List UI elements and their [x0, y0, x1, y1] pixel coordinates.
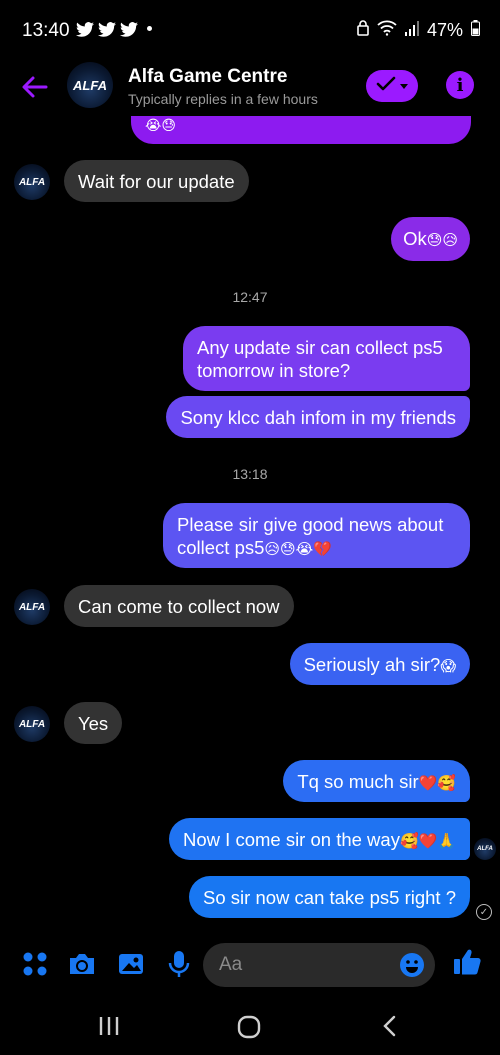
message-outgoing[interactable]: Any update sir can collect ps5 tomorrow …	[183, 326, 470, 391]
chevron-down-icon	[400, 77, 408, 95]
message-text: Yes	[78, 713, 109, 734]
message-emoji: 😓😥	[426, 231, 458, 249]
back-arrow-icon[interactable]	[20, 72, 50, 102]
previous-message-bubble: 😭😓	[131, 116, 471, 144]
message-incoming[interactable]: Yes	[64, 702, 123, 744]
mic-icon[interactable]	[164, 949, 194, 979]
back-icon[interactable]	[381, 1015, 397, 1042]
message-outgoing[interactable]: Now I come sir on the way🥰❤️🙏	[169, 818, 470, 860]
contact-name[interactable]: Alfa Game Centre	[128, 66, 287, 88]
message-input-placeholder: Aa	[219, 954, 243, 975]
message-text: Sony klcc dah infom in my friends	[180, 407, 456, 428]
apps-icon[interactable]	[20, 949, 50, 979]
message-text: Any update sir can collect ps5 tomorrow …	[197, 337, 443, 381]
sent-check-icon: ✓	[476, 904, 492, 920]
message-text: Tq so much sir	[297, 771, 419, 792]
message-outgoing[interactable]: Sony klcc dah infom in my friends	[166, 396, 470, 438]
home-icon[interactable]	[237, 1015, 261, 1044]
message-outgoing[interactable]: Please sir give good news about collect …	[163, 503, 470, 568]
chat-header: ALFA Alfa Game Centre Typically replies …	[0, 60, 500, 116]
system-nav-bar	[0, 995, 500, 1055]
status-bar: 13:40 47%	[0, 0, 500, 60]
message-text: Ok	[403, 228, 427, 249]
twitter-icon	[76, 22, 94, 41]
message-emoji: 😥😓😭💔	[264, 540, 332, 558]
message-outgoing[interactable]: Seriously ah sir?😱	[289, 643, 470, 685]
mark-done-button[interactable]	[366, 70, 418, 102]
message-emoji: ❤️🥰	[418, 774, 456, 792]
message-text: Now I come sir on the way	[183, 829, 400, 850]
timestamp: 12:47	[232, 289, 268, 305]
info-button[interactable]: i	[446, 71, 474, 99]
battery-percent: 47%	[426, 20, 463, 40]
like-icon[interactable]	[452, 947, 482, 977]
avatar: ALFA	[14, 706, 50, 742]
message-outgoing[interactable]: Ok😓😥	[391, 217, 470, 261]
twitter-icon	[120, 22, 138, 41]
message-incoming[interactable]: Wait for our update	[64, 160, 249, 202]
avatar: ALFA	[14, 164, 50, 200]
message-outgoing[interactable]: Tq so much sir❤️🥰	[283, 760, 470, 802]
info-icon: i	[456, 74, 464, 96]
twitter-icon	[98, 22, 116, 41]
notification-dot-icon	[147, 26, 152, 31]
check-icon	[376, 76, 396, 97]
read-receipt-avatar: ALFA	[474, 838, 496, 860]
lock-icon	[357, 20, 369, 41]
message-outgoing[interactable]: So sir now can take ps5 right ?	[189, 876, 470, 918]
message-emoji: 😱	[440, 657, 456, 675]
timestamp: 13:18	[232, 466, 268, 482]
message-text: Wait for our update	[78, 171, 235, 192]
message-text: So sir now can take ps5 right ?	[203, 887, 456, 908]
wifi-icon	[377, 20, 397, 41]
emoji-icon[interactable]	[397, 950, 427, 980]
avatar[interactable]: ALFA	[67, 62, 113, 108]
status-time: 13:40	[22, 20, 70, 41]
recent-apps-icon[interactable]	[98, 1015, 120, 1042]
gallery-icon[interactable]	[116, 949, 146, 979]
avatar: ALFA	[14, 589, 50, 625]
camera-icon[interactable]	[67, 949, 97, 979]
message-text: Can come to collect now	[78, 596, 280, 617]
emoji-icon: 😭😓	[145, 118, 176, 134]
message-incoming[interactable]: Can come to collect now	[64, 585, 294, 627]
contact-status: Typically replies in a few hours	[128, 91, 318, 107]
message-text: Seriously ah sir?	[303, 654, 441, 675]
message-emoji: 🥰❤️🙏	[399, 832, 456, 850]
composer-bar: Aa	[0, 935, 500, 995]
battery-icon	[471, 20, 480, 41]
signal-icon	[404, 20, 419, 41]
